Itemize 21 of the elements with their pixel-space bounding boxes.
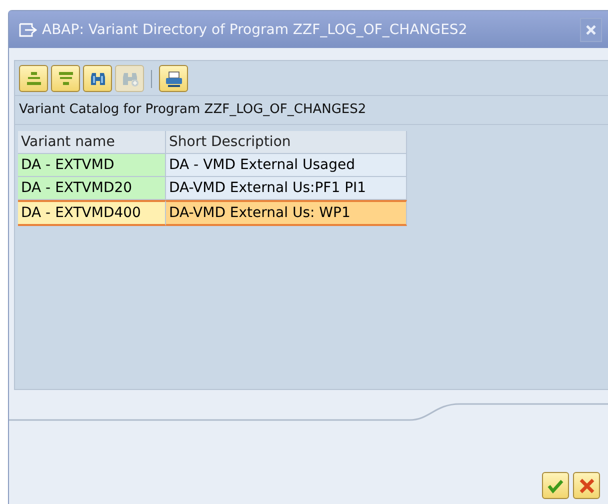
toolbar-button[interactable] bbox=[159, 65, 188, 92]
table-cell: DA - EXTVMD400 bbox=[18, 200, 166, 226]
close-button[interactable] bbox=[580, 18, 602, 42]
toolbar-button[interactable] bbox=[83, 65, 112, 92]
table-cell: DA - VMD External Usaged bbox=[166, 154, 407, 177]
list-caption: Variant Catalog for Program ZZF_LOG_OF_CHANGES2 bbox=[15, 96, 608, 125]
table-cell: DA - EXTVMD20 bbox=[18, 177, 166, 200]
table-row[interactable]: DA - EXTVMD20 DA-VMD External Us:PF1 PI1 bbox=[18, 177, 407, 200]
confirm-button[interactable] bbox=[542, 472, 569, 499]
printer-icon bbox=[164, 68, 184, 88]
column-header[interactable]: Variant name bbox=[18, 131, 166, 154]
table-row[interactable]: DA - EXTVMD400 DA-VMD External Us: WP1 bbox=[18, 200, 407, 226]
cancel-button[interactable] bbox=[573, 472, 600, 499]
table-cell: DA-VMD External Us:PF1 PI1 bbox=[166, 177, 407, 200]
table-cell: DA - EXTVMD bbox=[18, 154, 166, 177]
table-cell: DA-VMD External Us: WP1 bbox=[166, 200, 407, 226]
table-row[interactable]: DA - EXTVMD DA - VMD External Usaged bbox=[18, 154, 407, 177]
column-header[interactable]: Short Description bbox=[166, 131, 407, 154]
window-title: ABAP: Variant Directory of Program ZZF_LOG_OF_CHANGES2 bbox=[42, 22, 468, 38]
close-icon bbox=[586, 24, 596, 35]
window-icon bbox=[19, 22, 37, 36]
